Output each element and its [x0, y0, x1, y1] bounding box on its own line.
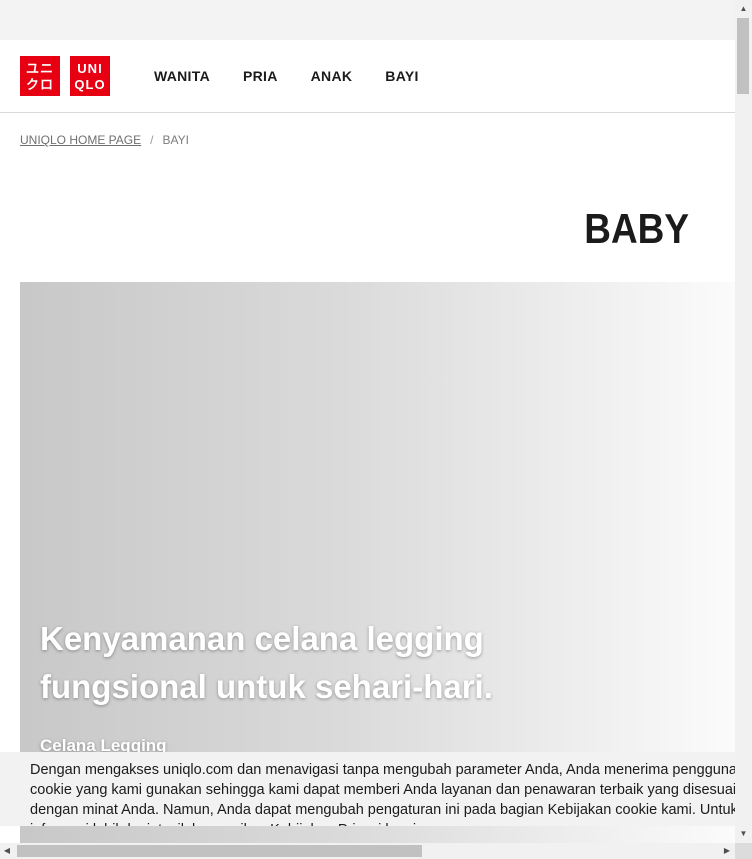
logo-latin-row1: UNI — [77, 61, 103, 76]
top-strip — [0, 0, 735, 40]
vertical-scrollbar[interactable]: ▲ ▼ — [735, 0, 752, 843]
page-title: BABY — [584, 205, 689, 252]
breadcrumb: UNIQLO HOME PAGE / BAYI — [20, 133, 189, 147]
cookie-notice-text: Dengan mengakses uniqlo.com dan menaviga… — [30, 762, 735, 826]
scroll-right-icon[interactable]: ▶ — [720, 846, 734, 856]
hero-headline: Kenyamanan celana legging fungsional unt… — [40, 620, 493, 705]
logo-katakana-row1: ユニ — [25, 61, 54, 76]
scroll-left-icon[interactable]: ◀ — [0, 846, 14, 856]
scroll-down-icon[interactable]: ▼ — [735, 829, 752, 839]
main-nav: WANITA PRIA ANAK BAYI — [154, 40, 452, 112]
horizontal-scrollbar[interactable]: ◀ ▶ — [0, 843, 735, 859]
browser-viewport: ユニ クロ UNI QLO WANITA PRIA ANAK BAYI UNIQ… — [0, 0, 735, 843]
scroll-up-icon[interactable]: ▲ — [735, 4, 752, 14]
breadcrumb-home-link[interactable]: UNIQLO HOME PAGE — [20, 133, 141, 147]
breadcrumb-separator: / — [150, 133, 154, 147]
cookie-notice: Dengan mengakses uniqlo.com dan menaviga… — [0, 752, 735, 826]
nav-item-pria[interactable]: PRIA — [243, 68, 278, 84]
vertical-scroll-thumb[interactable] — [737, 18, 749, 94]
uniqlo-logo-latin[interactable]: UNI QLO — [70, 56, 110, 96]
nav-item-anak[interactable]: ANAK — [311, 68, 353, 84]
logo-latin-row2: QLO — [74, 77, 106, 92]
nav-item-bayi[interactable]: BAYI — [385, 68, 418, 84]
breadcrumb-current: BAYI — [162, 133, 189, 147]
uniqlo-logo-katakana[interactable]: ユニ クロ — [20, 56, 60, 96]
logo-katakana-row2: クロ — [25, 77, 54, 92]
scrollbar-corner — [735, 843, 752, 859]
page-content: UNIQLO HOME PAGE / BAYI BABY Kenyamanan ce… — [0, 113, 735, 843]
horizontal-scroll-thumb[interactable] — [17, 845, 422, 857]
site-header: ユニ クロ UNI QLO WANITA PRIA ANAK BAYI — [0, 40, 735, 113]
nav-item-wanita[interactable]: WANITA — [154, 68, 210, 84]
